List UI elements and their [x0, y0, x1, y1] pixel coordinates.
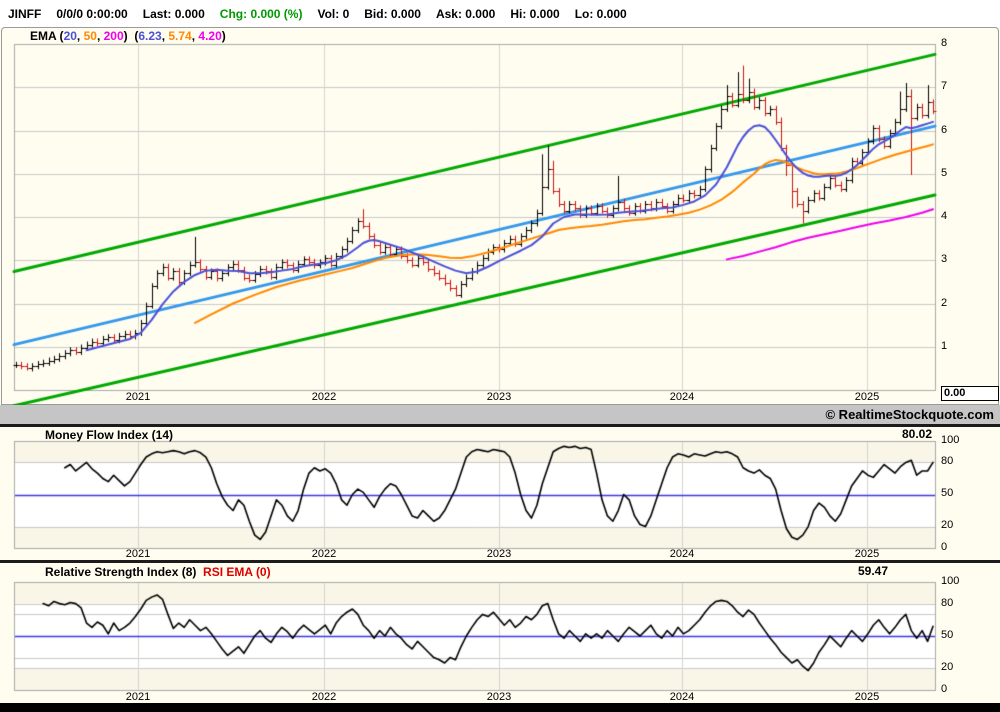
high-label: Hi: 0.000 [510, 6, 560, 21]
rsi-x-label-2021: 2021 [125, 691, 151, 703]
mfi-axis-label-80: 80 [941, 455, 954, 467]
mfi-current-value: 80.02 [901, 427, 932, 441]
mfi-title: Money Flow Index (14) [45, 428, 174, 442]
change-label: Chg: 0.000 (%) [219, 6, 303, 21]
mfi-x-label-2024: 2024 [669, 548, 695, 560]
last-price-box: 0.00 [941, 386, 999, 401]
mfi-axis-label-100: 100 [941, 434, 960, 446]
price-axis-label-1: 1 [941, 340, 948, 352]
main-x-label-2021: 2021 [125, 391, 151, 403]
volume-label: Vol: 0 [317, 6, 350, 21]
mfi-axis-label-20: 20 [941, 519, 954, 531]
rsi-axis-label-20: 20 [941, 661, 954, 673]
price-axis-label-4: 4 [941, 210, 948, 222]
rsi-x-label-2024: 2024 [669, 691, 695, 703]
mfi-x-label-2025: 2025 [854, 548, 880, 560]
bottom-bar [0, 703, 1000, 712]
symbol-label: JINFF [8, 6, 42, 21]
watermark-text: © RealtimeStockquote.com [825, 407, 994, 422]
rsi-x-label-2025: 2025 [854, 691, 880, 703]
ema50-period: 50 [83, 29, 97, 43]
ema-legend: EMA (20, 50, 200) (6.23, 5.74, 4.20) [30, 29, 226, 43]
mfi-axis-label-50: 50 [941, 487, 954, 499]
main-x-label-2023: 2023 [486, 391, 512, 403]
price-axis-label-3: 3 [941, 253, 948, 265]
main-x-label-2025: 2025 [854, 391, 880, 403]
bid-label: Bid: 0.000 [364, 6, 421, 21]
rsi-x-label-2023: 2023 [486, 691, 512, 703]
rsi-x-label-2022: 2022 [311, 691, 337, 703]
main-x-label-2024: 2024 [669, 391, 695, 403]
ema200-period: 200 [103, 29, 124, 43]
watermark-strip: © RealtimeStockquote.com [0, 405, 1000, 424]
low-label: Lo: 0.000 [574, 6, 627, 21]
mfi-chart-canvas [0, 427, 1000, 560]
ema200-value: 4.20 [198, 29, 222, 43]
mfi-x-label-2021: 2021 [125, 548, 151, 560]
price-axis-label-5: 5 [941, 167, 948, 179]
rsi-axis-label-100: 100 [941, 575, 960, 587]
mfi-x-label-2023: 2023 [486, 548, 512, 560]
price-axis-label-2: 2 [941, 297, 948, 309]
quote-bar: JINFF 0/0/0 0:00:00 Last: 0.000 Chg: 0.0… [0, 0, 1000, 27]
rsi-title: Relative Strength Index (8) RSI EMA (0) [45, 565, 271, 579]
price-axis-label-8: 8 [941, 37, 948, 49]
ema20-value: 6.23 [138, 29, 162, 43]
main-x-label-2022: 2022 [311, 391, 337, 403]
ema50-value: 5.74 [168, 29, 192, 43]
rsi-chart-canvas [0, 563, 1000, 703]
mfi-axis-label-0: 0 [941, 541, 948, 553]
price-axis-label-7: 7 [941, 80, 948, 92]
rsi-axis-label-0: 0 [941, 683, 948, 695]
datetime-label: 0/0/0 0:00:00 [56, 6, 128, 21]
rsi-ema-label: RSI EMA (0) [203, 565, 271, 579]
rsi-axis-label-80: 80 [941, 597, 954, 609]
ema-legend-prefix: EMA ( [30, 29, 64, 43]
mfi-x-label-2022: 2022 [311, 548, 337, 560]
rsi-current-value: 59.47 [857, 564, 888, 578]
price-chart-canvas [0, 27, 1000, 405]
ema20-period: 20 [63, 29, 77, 43]
ask-label: Ask: 0.000 [435, 6, 496, 21]
chart-page: JINFF 0/0/0 0:00:00 Last: 0.000 Chg: 0.0… [0, 0, 1000, 712]
rsi-axis-label-50: 50 [941, 629, 954, 641]
price-axis-label-6: 6 [941, 124, 948, 136]
last-label: Last: 0.000 [142, 6, 205, 21]
